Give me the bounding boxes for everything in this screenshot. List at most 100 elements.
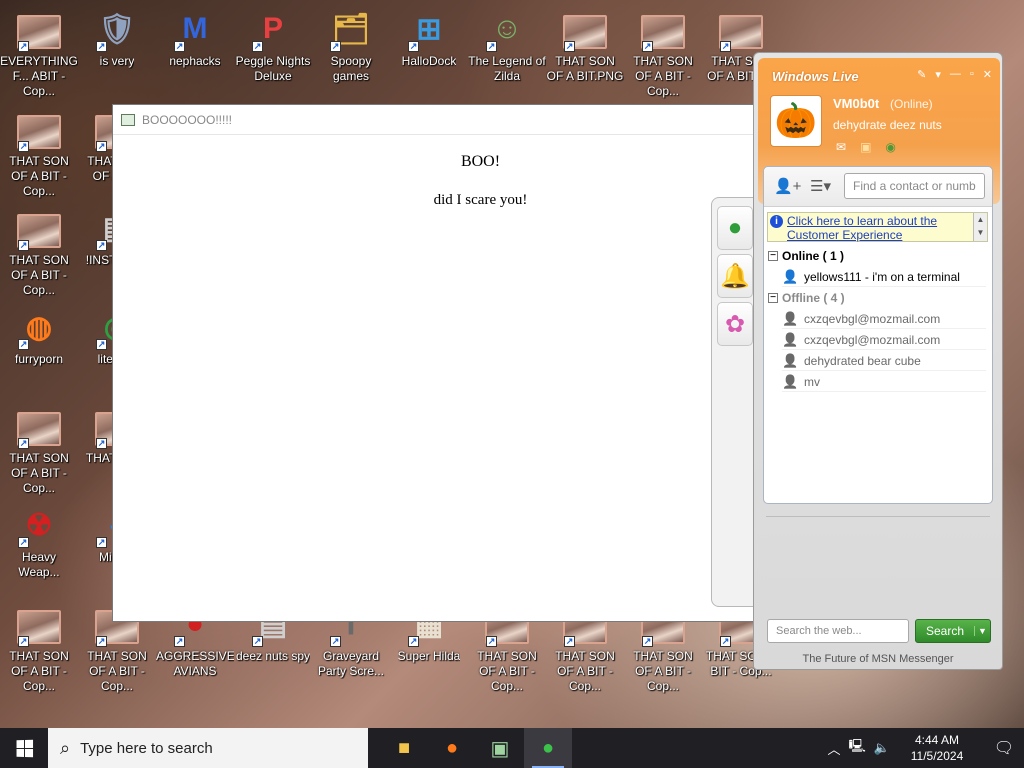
find-contact-input[interactable]	[844, 173, 985, 199]
boo-window-titlebar[interactable]: BOOOOOOO!!!!!	[113, 105, 761, 135]
shortcut-arrow-icon: ↗	[408, 41, 419, 52]
network-icon[interactable]: 🖳	[848, 737, 865, 759]
info-icon: i	[770, 215, 783, 228]
personalize-icon[interactable]: ✎	[917, 68, 926, 81]
notice-scrollbar[interactable]: ▲ ▼	[973, 213, 987, 241]
contacts-tab[interactable]: ●	[717, 206, 753, 250]
alerts-tab[interactable]: 🔔	[717, 254, 753, 298]
desktop-icon[interactable]: ↗ THAT SON OF A BIT - Cop...	[624, 6, 702, 99]
desktop-icon[interactable]: ◍ ↗ furryporn	[0, 304, 78, 367]
games-tab[interactable]: ✿	[717, 302, 753, 346]
offline-buddy-icon: 👤	[782, 331, 799, 347]
shortcut-arrow-icon: ↗	[18, 636, 29, 647]
desktop-icon-label: EVERYTHING F... ABIT - Cop...	[0, 54, 78, 98]
contact-row[interactable]: 👤 mv	[782, 372, 986, 392]
desktop-icon-label: furryporn	[14, 352, 64, 366]
online-group-header[interactable]: − Online ( 1 )	[768, 249, 844, 263]
desktop-icon-label: deez nuts spy	[235, 649, 311, 663]
desktop-icon-label: Peggle Nights Deluxe	[235, 54, 311, 83]
desktop-icon-label: AGGRESSIVE AVIANS	[156, 649, 234, 678]
web-search-input[interactable]	[767, 619, 909, 643]
contact-row[interactable]: 👤 yellows111 - i'm on a terminal	[782, 267, 986, 287]
pumpkin-icon: 🎃	[774, 102, 818, 140]
chevron-down-icon[interactable]: ▼	[974, 626, 990, 636]
messenger-icon: ●	[541, 736, 555, 759]
boo-app-button[interactable]: ▣	[476, 728, 524, 768]
messenger-window[interactable]: Windows Live ✎ ▾ — ▫ ✕ 🎃 VM0b0t (Online)…	[753, 52, 1003, 670]
search-button-label: Search	[925, 624, 965, 638]
window-icon: ▣	[490, 737, 510, 760]
collapse-icon[interactable]: −	[768, 251, 778, 261]
shortcut-arrow-icon: ↗	[174, 41, 185, 52]
photo-icon: ↗	[16, 601, 62, 647]
chevron-up-icon[interactable]: ︿	[827, 739, 840, 758]
clock[interactable]: 4:44 AM 11/5/2024	[902, 732, 972, 764]
desktop-icon[interactable]: ↗ THAT SON OF A BIT - Cop...	[0, 403, 78, 496]
desktop-icon[interactable]: 🗂 ↗ Spoopy games	[312, 6, 390, 84]
desktop-icon[interactable]: M ↗ nephacks	[156, 6, 234, 69]
shortcut-arrow-icon: ↗	[252, 636, 263, 647]
mpi-icon: M ↗	[174, 12, 208, 52]
desktop-icon[interactable]: ☢ ↗ Heavy Weap...	[0, 502, 78, 580]
msn-today-icon[interactable]: ◉	[885, 140, 895, 154]
contact-name: cxzqevbgl@mozmail.com	[804, 311, 941, 326]
desktop-icon[interactable]: ↗ THAT SON OF A BIT.PNG	[546, 6, 624, 84]
firefox-button[interactable]: ●	[428, 728, 476, 768]
shortcut-arrow-icon: ↗	[18, 240, 29, 251]
add-contact-icon[interactable]: 👤+	[774, 177, 801, 195]
contact-row[interactable]: 👤 cxzqevbgl@mozmail.com	[782, 330, 986, 350]
user-status[interactable]: (Online)	[890, 97, 933, 111]
mail-icon[interactable]: ✉	[836, 140, 846, 154]
close-icon[interactable]: ✕	[983, 68, 992, 81]
customer-experience-link[interactable]: Click here to learn about the Customer E…	[787, 214, 972, 242]
contact-row[interactable]: 👤 cxzqevbgl@mozmail.com	[782, 309, 986, 329]
desktop-icon[interactable]: ↗ THAT SON OF A BIT - Cop...	[0, 205, 78, 298]
offline-group-header[interactable]: − Offline ( 4 )	[768, 291, 845, 305]
minimize-icon[interactable]: —	[950, 68, 961, 81]
customer-experience-notice: i Click here to learn about the Customer…	[767, 212, 988, 242]
file-explorer-button[interactable]: ■	[380, 728, 428, 768]
volume-icon[interactable]: 🔈	[874, 740, 890, 756]
start-button[interactable]	[0, 728, 48, 768]
contact-name: mv	[804, 374, 820, 389]
desktop-icon-label: HalloDock	[401, 54, 457, 68]
desktop-icon[interactable]: P ↗ Peggle Nights Deluxe	[234, 6, 312, 84]
boo-window[interactable]: BOOOOOOO!!!!! BOO! did I scare you!	[112, 104, 762, 622]
desktop-icon-label: The Legend of Zilda	[468, 54, 546, 83]
online-group-label: Online ( 1 )	[782, 249, 845, 263]
desktop-icon[interactable]: ⊞ ↗ HalloDock	[390, 6, 468, 69]
windows-icon: ⊞ ↗	[408, 12, 442, 52]
avatar[interactable]: 🎃	[770, 95, 822, 147]
contact-list-panel: 👤+ ☰▾ i Click here to learn about the Cu…	[763, 166, 993, 504]
desktop-icon[interactable]: ↗ EVERYTHING F... ABIT - Cop...	[0, 6, 78, 99]
bell-icon: 🔔	[720, 262, 750, 290]
system-tray: ︿ 🖳 🔈 4:44 AM 11/5/2024 🗨	[823, 728, 1024, 768]
sort-options-icon[interactable]: ☰▾	[810, 177, 831, 195]
desktop-icon-label: Graveyard Party Scre...	[317, 649, 385, 678]
offline-group-label: Offline ( 4 )	[782, 291, 845, 305]
maximize-icon[interactable]: ▫	[970, 68, 974, 81]
shortcut-arrow-icon: ↗	[564, 41, 575, 52]
desktop-icon[interactable]: ↗ THAT SON OF A BIT - Cop...	[0, 601, 78, 694]
collapse-icon[interactable]: −	[768, 293, 778, 303]
contact-row[interactable]: 👤 dehydrated bear cube	[782, 351, 986, 371]
desktop-icon-label: THAT SON OF A BIT - Cop...	[9, 253, 69, 297]
desktop-icon[interactable]: 🛡 ↗ is very	[78, 6, 156, 69]
shortcut-arrow-icon: ↗	[408, 636, 419, 647]
desktop-icon[interactable]: ☺ ↗ The Legend of Zilda	[468, 6, 546, 84]
firefox-icon: ●	[445, 736, 459, 759]
shortcut-arrow-icon: ↗	[642, 41, 653, 52]
user-display-name[interactable]: VM0b0t	[833, 96, 879, 111]
menu-chevron-icon[interactable]: ▾	[935, 68, 941, 81]
desktop-icon-label: THAT SON OF A BIT - Cop...	[87, 649, 147, 693]
shortcut-arrow-icon: ↗	[564, 636, 575, 647]
messenger-taskbar-button[interactable]: ●	[524, 728, 572, 768]
personal-message[interactable]: dehydrate deez nuts	[833, 118, 942, 132]
search-button[interactable]: Search ▼	[915, 619, 991, 643]
desktop-icon[interactable]: ↗ THAT SON OF A BIT - Cop...	[0, 106, 78, 199]
windows-live-logo: Windows Live	[772, 69, 859, 84]
spaces-icon[interactable]: ▣	[860, 140, 871, 154]
taskbar-search[interactable]: ⌕ Type here to search	[48, 728, 368, 768]
notification-icon[interactable]: 🗨	[984, 738, 1024, 758]
shortcut-arrow-icon: ↗	[96, 438, 107, 449]
